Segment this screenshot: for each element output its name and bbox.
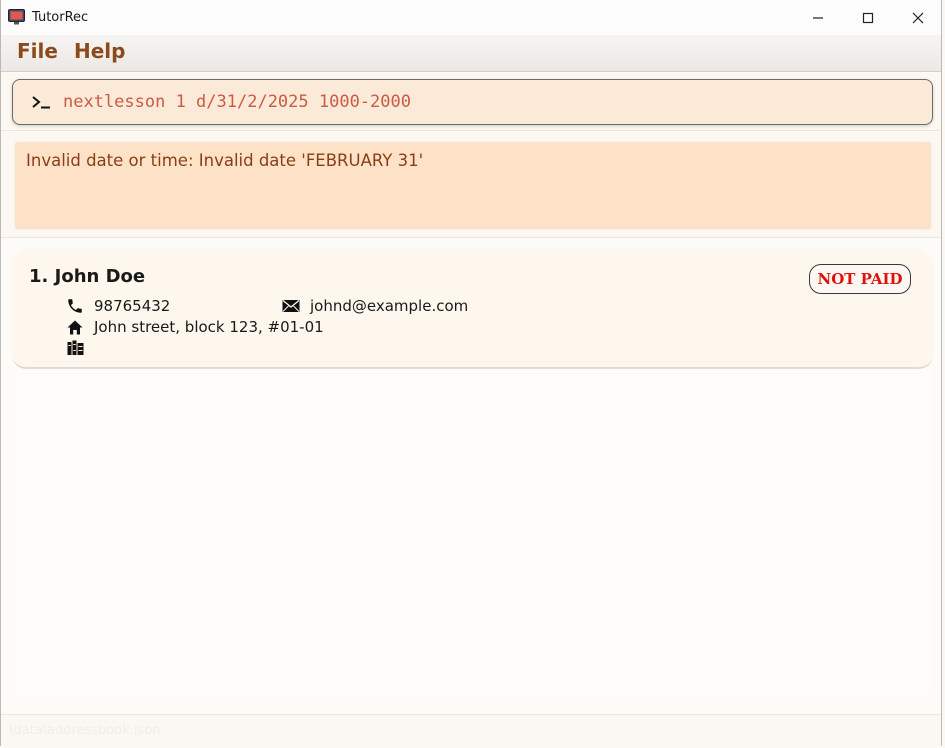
maximize-icon xyxy=(862,12,874,23)
payment-status-badge: NOT PAID xyxy=(809,264,911,294)
address-field: John street, block 123, #01-01 xyxy=(66,318,324,336)
minimize-icon xyxy=(813,16,823,19)
lessons-field xyxy=(66,339,94,357)
phone-value: 98765432 xyxy=(94,297,171,315)
save-location: \data\addressbook.json xyxy=(9,723,161,738)
address-value: John street, block 123, #01-01 xyxy=(94,318,324,336)
person-name: 1. John Doe xyxy=(29,266,146,287)
phone-icon xyxy=(66,297,84,315)
home-icon xyxy=(66,318,84,336)
person-card[interactable]: 1. John Doe NOT PAID 98765432 johnd@exam… xyxy=(12,249,933,369)
app-icon xyxy=(8,9,25,25)
person-list[interactable]: 1. John Doe NOT PAID 98765432 johnd@exam… xyxy=(12,249,933,701)
maximize-button[interactable] xyxy=(845,0,891,35)
books-icon xyxy=(66,339,84,357)
result-display-area: Invalid date or time: Invalid date 'FEBR… xyxy=(1,132,941,238)
envelope-icon xyxy=(282,297,300,315)
result-message: Invalid date or time: Invalid date 'FEBR… xyxy=(26,151,424,170)
title-bar[interactable]: TutorRec xyxy=(1,0,941,35)
menu-help[interactable]: Help xyxy=(74,39,125,63)
email-field: johnd@example.com xyxy=(282,297,468,315)
window-title: TutorRec xyxy=(32,10,89,25)
command-box[interactable] xyxy=(12,79,933,125)
close-icon xyxy=(912,12,924,23)
phone-field: 98765432 xyxy=(66,297,170,315)
command-box-area xyxy=(1,73,941,131)
minimize-button[interactable] xyxy=(795,0,841,35)
status-bar: \data\addressbook.json xyxy=(1,714,941,746)
terminal-prompt-icon xyxy=(31,93,53,111)
close-button[interactable] xyxy=(895,0,941,35)
email-value: johnd@example.com xyxy=(310,297,469,315)
result-display[interactable]: Invalid date or time: Invalid date 'FEBR… xyxy=(15,142,931,229)
menu-bar: File Help xyxy=(1,35,941,72)
menu-file[interactable]: File xyxy=(17,39,58,63)
command-input[interactable] xyxy=(63,88,913,116)
app-window: TutorRec File Help Invalid da xyxy=(0,0,942,746)
